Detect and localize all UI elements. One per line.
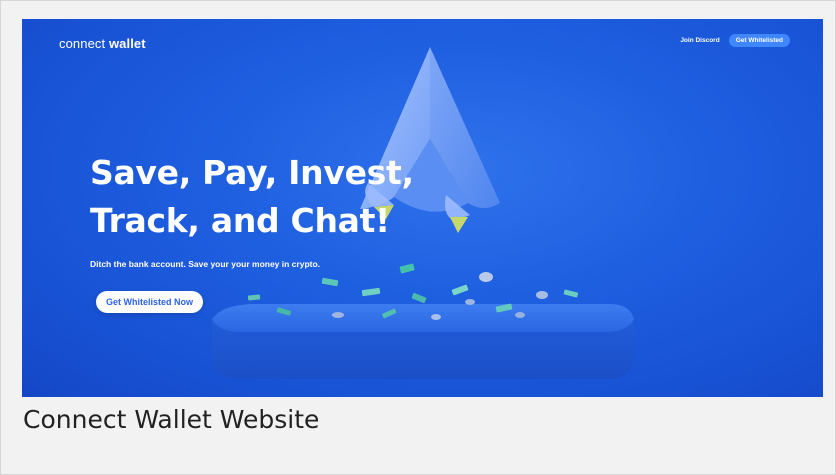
screenshot-card: connect wallet Join Discord Get Whitelis… <box>0 0 836 475</box>
hero-banner: connect wallet Join Discord Get Whitelis… <box>22 19 823 397</box>
page-caption: Connect Wallet Website <box>23 405 320 434</box>
hero-headline: Save, Pay, Invest, Track, and Chat! <box>90 149 450 245</box>
headline-line-2: Track, and Chat! <box>90 201 390 240</box>
hero-subtext: Ditch the bank account. Save your your m… <box>90 259 321 269</box>
get-whitelisted-now-button[interactable]: Get Whitelisted Now <box>96 291 204 313</box>
platform-shape <box>212 304 634 379</box>
headline-line-1: Save, Pay, Invest, <box>90 153 414 192</box>
